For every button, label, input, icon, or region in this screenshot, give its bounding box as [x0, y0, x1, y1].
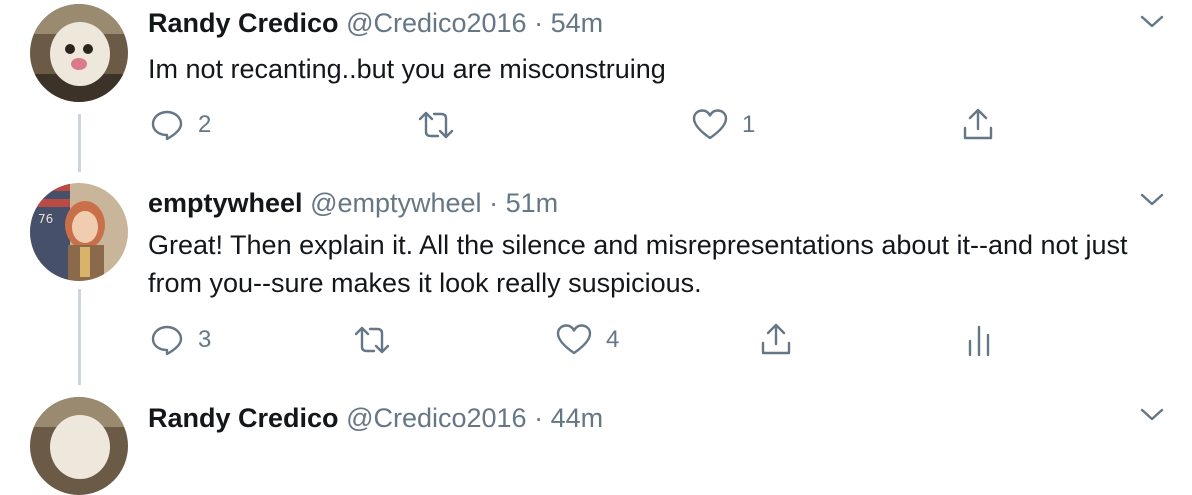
like-count: 1: [742, 111, 756, 138]
share-button[interactable]: [758, 321, 794, 357]
chevron-down-icon[interactable]: [1138, 190, 1166, 210]
username[interactable]: @Credico2016: [346, 403, 527, 433]
analytics-button[interactable]: [966, 323, 992, 357]
tweet-text: Im not recanting..but you are misconstru…: [148, 54, 666, 84]
tweet-header: emptywheel @emptywheel · 51m: [148, 188, 558, 219]
heart-icon: [556, 323, 592, 357]
avatar[interactable]: [30, 397, 128, 495]
display-name[interactable]: Randy Credico: [148, 8, 339, 38]
reply-button[interactable]: 3: [150, 323, 211, 357]
analytics-icon: [966, 323, 992, 357]
like-button[interactable]: 4: [556, 323, 619, 357]
heart-icon: [692, 108, 728, 142]
retweet-button[interactable]: [416, 108, 456, 142]
timestamp[interactable]: 54m: [551, 8, 604, 38]
reply-icon: [150, 108, 184, 142]
retweet-button[interactable]: [352, 323, 392, 357]
separator: ·: [534, 8, 544, 38]
chevron-down-icon[interactable]: [1138, 405, 1166, 425]
timestamp[interactable]: 44m: [551, 403, 604, 433]
like-count: 4: [606, 326, 620, 353]
thread-line: [78, 114, 81, 172]
chevron-down-icon[interactable]: [1138, 12, 1166, 32]
reply-button[interactable]: 2: [150, 108, 211, 142]
retweet-icon: [352, 323, 392, 357]
tweet[interactable]: 76 emptywheel @emptywheel · 51m Great! T…: [0, 175, 1192, 385]
reply-count: 3: [198, 326, 212, 353]
svg-text:76: 76: [38, 212, 53, 226]
like-button[interactable]: 1: [692, 108, 755, 142]
share-icon: [758, 321, 794, 357]
tweet-text: Great! Then explain it. All the silence …: [148, 230, 1128, 298]
avatar[interactable]: [30, 4, 128, 102]
tweet-header: Randy Credico @Credico2016 · 44m: [148, 403, 603, 434]
tweet[interactable]: Randy Credico @Credico2016 · 54m Im not …: [0, 0, 1192, 175]
reply-count: 2: [198, 111, 212, 138]
share-button[interactable]: [960, 106, 996, 142]
tweet[interactable]: Randy Credico @Credico2016 · 44m: [0, 385, 1192, 495]
display-name[interactable]: emptywheel: [148, 188, 303, 218]
avatar[interactable]: 76: [30, 183, 128, 281]
separator: ·: [534, 403, 544, 433]
timestamp[interactable]: 51m: [506, 188, 559, 218]
share-icon: [960, 106, 996, 142]
display-name[interactable]: Randy Credico: [148, 403, 339, 433]
thread-line: [78, 289, 81, 385]
reply-icon: [150, 323, 184, 357]
separator: ·: [489, 188, 499, 218]
retweet-icon: [416, 108, 456, 142]
username[interactable]: @emptywheel: [310, 188, 481, 218]
username[interactable]: @Credico2016: [346, 8, 527, 38]
tweet-header: Randy Credico @Credico2016 · 54m: [148, 8, 603, 39]
